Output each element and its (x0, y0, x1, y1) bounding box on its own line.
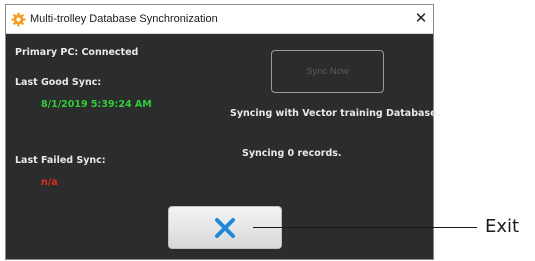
last-good-sync-label: Last Good Sync: (15, 77, 102, 88)
syncing-message: Syncing with Vector training Database. (230, 108, 441, 119)
exit-callout-label: Exit (485, 216, 520, 237)
last-failed-sync-label: Last Failed Sync: (15, 155, 106, 166)
last-good-sync-value: 8/1/2019 5:39:24 AM (41, 99, 152, 110)
window-title: Multi-trolley Database Synchronization (30, 13, 218, 25)
primary-pc-status: Primary PC: Connected (15, 47, 139, 58)
close-x-icon (215, 218, 235, 238)
records-message: Syncing 0 records. (242, 148, 342, 159)
last-failed-sync-value: n/a (41, 177, 58, 188)
sync-dialog: Multi-trolley Database Synchronization ✕… (5, 4, 440, 260)
close-button[interactable]: ✕ (412, 10, 430, 28)
exit-callout-line (253, 227, 477, 228)
sync-now-button[interactable]: Sync Now (271, 50, 384, 93)
title-bar: Multi-trolley Database Synchronization ✕ (6, 5, 433, 34)
gear-icon (11, 12, 26, 27)
